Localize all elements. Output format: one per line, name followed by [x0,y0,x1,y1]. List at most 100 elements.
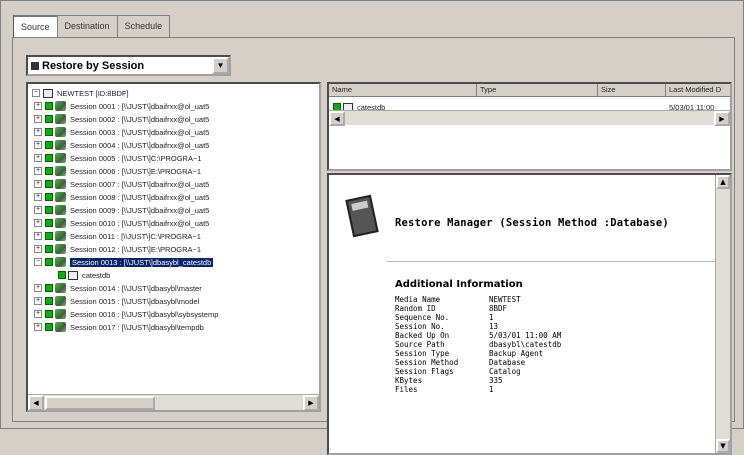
scroll-left-icon[interactable]: ◀ [28,395,44,410]
file-list[interactable]: Name Type Size Last Modified D catestdb … [327,82,732,171]
tree-item-label: Session 0014 : [\\JUST\]dbasybl\master [70,283,202,293]
tree-item[interactable]: + Session 0003 : [\\JUST\]dbaifrxx@ol_uat… [34,126,209,138]
tree-horizontal-scrollbar[interactable]: ◀ ▶ [28,394,319,410]
scroll-left-icon[interactable]: ◀ [329,111,345,126]
column-header-type[interactable]: Type [477,84,598,97]
checkbox-icon[interactable] [45,180,53,188]
divider [387,261,727,262]
expand-icon[interactable]: + [34,167,42,175]
tree-item-label: Session 0017 : [\\JUST\]dbasybl\tempdb [70,322,204,332]
checkbox-icon[interactable] [45,258,53,266]
expand-icon[interactable]: + [34,141,42,149]
tree-child-item[interactable]: catestdb [58,269,110,281]
collapse-icon[interactable]: − [34,258,42,266]
tree-item-selected[interactable]: − Session 0013 : [\\JUST\]dbasybl_catestd… [34,256,214,268]
view-selector[interactable]: Restore by Session ▼ [26,55,231,76]
collapse-icon[interactable]: − [32,89,40,97]
tree-item-label: Session 0010 : [\\JUST\]dbaifrxx@ol_uat5 [70,218,210,228]
column-header-name[interactable]: Name [329,84,477,97]
expand-icon[interactable]: + [34,193,42,201]
checkbox-icon[interactable] [45,115,53,123]
expand-icon[interactable]: + [34,297,42,305]
tree-item[interactable]: + Session 0017 : [\\JUST\]dbasybl\tempdb [34,321,204,333]
chevron-down-icon[interactable]: ▼ [212,57,229,74]
tab-destination[interactable]: Destination [56,15,118,37]
checkbox-icon[interactable] [45,232,53,240]
tree-item[interactable]: + Session 0008 : [\\JUST\]dbaifrxx@ol_uat… [34,191,209,203]
checkbox-icon[interactable] [45,219,53,227]
checkbox-icon[interactable] [45,128,53,136]
scroll-right-icon[interactable]: ▶ [714,111,730,126]
info-field: Sequence No. 1 [395,313,494,322]
tree-item[interactable]: + Session 0005 : [\\JUST\]C:\PROGRA~1 [34,152,202,164]
info-field: Session No. 13 [395,322,499,331]
info-section-heading: Additional Information [395,279,523,290]
session-icon [55,309,66,319]
checkbox-icon[interactable] [45,193,53,201]
expand-icon[interactable]: + [34,154,42,162]
scroll-down-icon[interactable]: ▼ [716,439,730,453]
session-info-pane: Restore Manager (Session Method :Databas… [327,173,732,455]
session-icon [55,101,66,111]
tree-item[interactable]: + Session 0010 : [\\JUST\]dbaifrxx@ol_uat… [34,217,209,229]
expand-icon[interactable]: + [34,219,42,227]
info-vertical-scrollbar[interactable]: ▲ ▼ [715,175,730,453]
tree-item-label: Session 0015 : [\\JUST\]dbasybl\model [70,296,200,306]
calculator-icon [345,194,379,238]
session-icon [55,114,66,124]
checkbox-icon[interactable] [45,167,53,175]
tab-schedule[interactable]: Schedule [116,15,171,37]
list-horizontal-scrollbar[interactable]: ◀ ▶ [329,110,730,126]
expand-icon[interactable]: + [34,323,42,331]
expand-icon[interactable]: + [34,102,42,110]
list-icon [31,61,39,70]
tree-item[interactable]: + Session 0006 : [\\JUST\]E:\PROGRA~1 [34,165,201,177]
tree-root[interactable]: − NEWTEST [ID:8BDF] [32,87,129,99]
tree-item-label: Session 0016 : [\\JUST\]dbasybl\sybsyste… [70,309,219,319]
tree-item[interactable]: + Session 0014 : [\\JUST\]dbasybl\master [34,282,202,294]
tree-item[interactable]: + Session 0004 : [\\JUST\]dbaifrxx@ol_uat… [34,139,209,151]
tree-item[interactable]: + Session 0007 : [\\JUST\]dbaifrxx@ol_uat… [34,178,209,190]
column-header-modified[interactable]: Last Modified D [666,84,730,97]
tree-item-label: Session 0004 : [\\JUST\]dbaifrxx@ol_uat5 [70,140,210,150]
tree-item[interactable]: + Session 0016 : [\\JUST\]dbasybl\sybsyst… [34,308,218,320]
checkbox-icon[interactable] [45,323,53,331]
database-icon [68,270,78,280]
tree-item[interactable]: + Session 0002 : [\\JUST\]dbaifrxx@ol_uat… [34,113,209,125]
info-field: Backed Up On 5/03/01 11:00 AM [395,331,562,340]
tree-item-label: Session 0001 : [\\JUST\]dbaifrxx@ol_uat5 [70,101,210,111]
expand-icon[interactable]: + [34,115,42,123]
expand-icon[interactable]: + [34,232,42,240]
checkbox-icon[interactable] [45,284,53,292]
checkbox-icon[interactable] [45,245,53,253]
scroll-thumb[interactable] [45,396,155,410]
scroll-up-icon[interactable]: ▲ [716,175,730,189]
tree-item[interactable]: + Session 0001 : [\\JUST\]dbaifrxx@ol_uat… [34,100,209,112]
tree-item[interactable]: + Session 0011 : [\\JUST\]C:\PROGRA~1 [34,230,201,242]
window-frame: Source Destination Schedule Restore by S… [0,0,744,455]
checkbox-icon[interactable] [45,310,53,318]
column-header-size[interactable]: Size [598,84,666,97]
info-field: Media Name NEWTEST [395,295,521,304]
tab-strip: Source Destination Schedule [13,15,171,38]
expand-icon[interactable]: + [34,206,42,214]
expand-icon[interactable]: + [34,180,42,188]
expand-icon[interactable]: + [34,310,42,318]
tree-item[interactable]: + Session 0012 : [\\JUST\]E:\PROGRA~1 [34,243,201,255]
info-field: Random ID 8BDF [395,304,508,313]
tree-item[interactable]: + Session 0015 : [\\JUST\]dbasybl\model [34,295,199,307]
checkbox-icon[interactable] [45,141,53,149]
expand-icon[interactable]: + [34,284,42,292]
expand-icon[interactable]: + [34,128,42,136]
tab-source[interactable]: Source [13,15,58,38]
checkbox-icon[interactable] [58,271,66,279]
checkbox-icon[interactable] [45,154,53,162]
session-tree[interactable]: − NEWTEST [ID:8BDF] + Session 0001 : [\\J… [26,82,321,412]
expand-icon[interactable]: + [34,245,42,253]
tree-item[interactable]: + Session 0009 : [\\JUST\]dbaifrxx@ol_uat… [34,204,209,216]
scroll-right-icon[interactable]: ▶ [303,395,319,410]
checkbox-icon[interactable] [45,206,53,214]
tree-item-label: Session 0011 : [\\JUST\]C:\PROGRA~1 [70,231,201,241]
checkbox-icon[interactable] [45,297,53,305]
checkbox-icon[interactable] [45,102,53,110]
